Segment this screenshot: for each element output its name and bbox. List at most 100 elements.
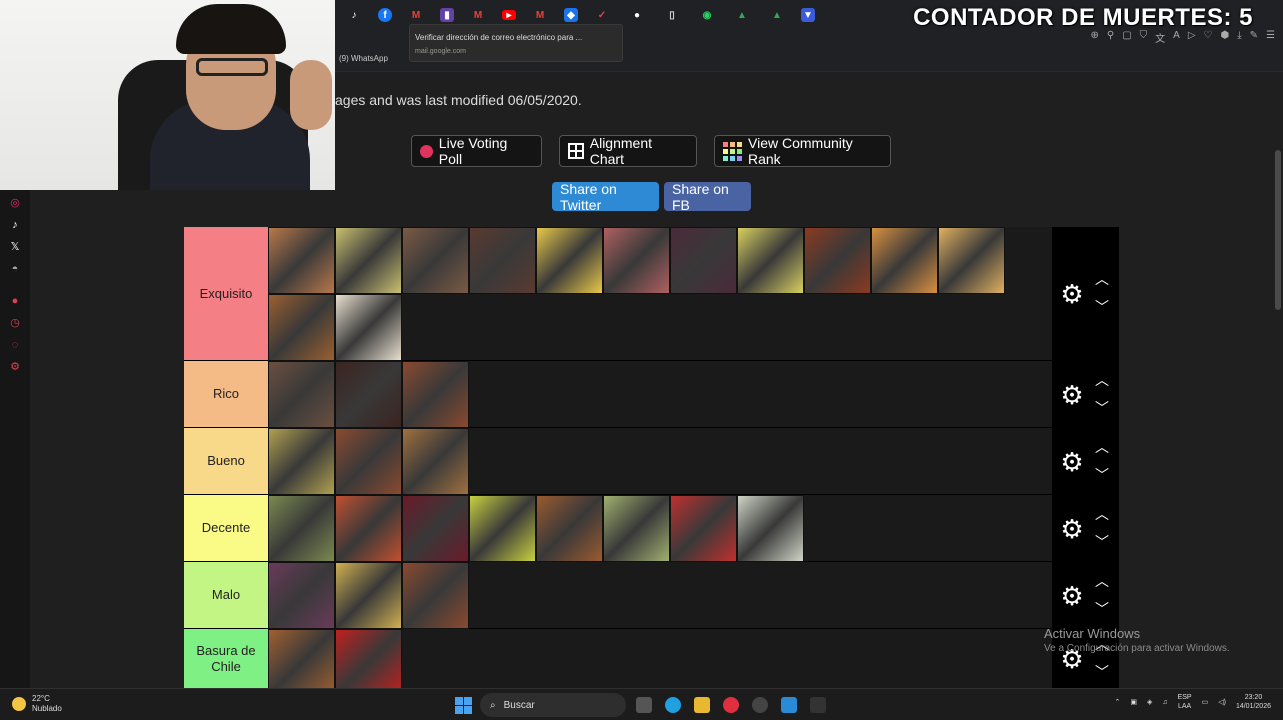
chevron-up-icon[interactable]: ︿	[1092, 507, 1112, 521]
tier-item-image[interactable]	[603, 495, 670, 562]
chevron-up-icon[interactable]: ︿	[1092, 574, 1112, 588]
chevron-up-icon[interactable]: ︿	[1092, 272, 1112, 286]
discord-icon[interactable]: ◓	[8, 262, 22, 276]
tier-item-image[interactable]	[402, 495, 469, 562]
settings-icon[interactable]: ⚙	[8, 360, 22, 374]
edge-icon[interactable]	[665, 697, 681, 713]
tier-label[interactable]: Decente	[184, 495, 268, 561]
chrome-icon[interactable]	[752, 697, 768, 713]
read-aloud-icon[interactable]: A	[1173, 30, 1180, 45]
tier-item-image[interactable]	[469, 227, 536, 294]
windows-start-icon[interactable]	[455, 697, 472, 714]
play-icon[interactable]: ▷	[1188, 30, 1196, 45]
tier-label[interactable]: Exquisito	[184, 227, 268, 360]
drive-bookmark-icon[interactable]: ▲	[731, 6, 753, 24]
tier-item-image[interactable]	[335, 495, 402, 562]
gmail-bookmark-icon-2[interactable]: M	[467, 6, 489, 24]
tray-network-icon[interactable]: ◈	[1147, 698, 1152, 707]
share-twitter-button[interactable]: Share on Twitter	[552, 181, 659, 213]
tier-item-image[interactable]	[603, 227, 670, 294]
drive-bookmark-icon-2[interactable]: ▲	[766, 6, 788, 24]
alignment-chart-button[interactable]: Alignment Chart	[559, 135, 697, 167]
tiktok-bookmark-icon[interactable]: ♪	[343, 6, 365, 24]
zoom-icon[interactable]: ⊕	[1090, 30, 1098, 45]
tier-item-image[interactable]	[335, 428, 402, 495]
download-icon[interactable]: ⤓	[1237, 30, 1241, 45]
tiktok-icon[interactable]: ♪	[8, 218, 22, 232]
instagram-icon[interactable]: ◎	[8, 196, 22, 210]
tier-item-image[interactable]	[268, 562, 335, 629]
youtube-bookmark-icon[interactable]: ▸	[502, 10, 516, 21]
tier-item-image[interactable]	[268, 428, 335, 495]
screenshot-icon[interactable]: ▢	[1122, 30, 1131, 45]
tray-chevron-up-icon[interactable]: ⌃	[1114, 698, 1120, 707]
chevron-down-icon[interactable]: ﹀	[1092, 535, 1112, 549]
chevron-down-icon[interactable]: ﹀	[1092, 300, 1112, 314]
chevron-up-icon[interactable]: ︿	[1092, 373, 1112, 387]
tier-item-image[interactable]	[402, 361, 469, 428]
gear-icon[interactable]: ⚙	[1056, 278, 1088, 310]
tier-item-image[interactable]	[335, 361, 402, 428]
tier-label[interactable]: Rico	[184, 361, 268, 427]
menu-icon[interactable]: ☰	[1266, 30, 1275, 45]
clock-icon[interactable]: ◷	[8, 316, 22, 330]
share-facebook-button[interactable]: Share on FB	[664, 181, 751, 213]
tier-item-image[interactable]	[469, 495, 536, 562]
chat-icon[interactable]: ◌	[8, 338, 22, 352]
tier-item-image[interactable]	[938, 227, 1005, 294]
live-voting-poll-button[interactable]: Live Voting Poll	[411, 135, 542, 167]
record-icon[interactable]: ●	[8, 294, 22, 308]
shield-bookmark-icon[interactable]: ▼	[801, 8, 815, 22]
gear-icon[interactable]: ⚙	[1056, 580, 1088, 612]
chevron-down-icon[interactable]: ﹀	[1092, 468, 1112, 482]
app-bookmark-icon[interactable]: ◆	[564, 8, 578, 22]
gear-icon[interactable]: ⚙	[1056, 513, 1088, 545]
tier-label[interactable]: Bueno	[184, 428, 268, 494]
chevron-up-icon[interactable]: ︿	[1092, 440, 1112, 454]
tier-item-image[interactable]	[804, 227, 871, 294]
tier-item-image[interactable]	[268, 227, 335, 294]
tier-item-image[interactable]	[268, 629, 335, 696]
favorite-icon[interactable]: ♡	[1204, 30, 1213, 45]
file-explorer-icon[interactable]	[694, 697, 710, 713]
tier-item-image[interactable]	[402, 227, 469, 294]
shield-icon[interactable]: ⛉	[1140, 30, 1148, 45]
translate-icon[interactable]: 文	[1155, 30, 1165, 45]
tray-clock[interactable]: 23:20 14/01/2026	[1236, 693, 1271, 711]
tier-label[interactable]: Malo	[184, 562, 268, 628]
tier-item-image[interactable]	[335, 562, 402, 629]
tier-item-image[interactable]	[670, 495, 737, 562]
task-view-icon[interactable]	[636, 697, 652, 713]
tier-item-image[interactable]	[268, 361, 335, 428]
pin-icon[interactable]: ⚲	[1107, 30, 1114, 45]
tier-item-image[interactable]	[335, 294, 402, 361]
tier-item-image[interactable]	[871, 227, 938, 294]
tier-item-image[interactable]	[402, 428, 469, 495]
tier-label[interactable]: Basura de Chile	[184, 629, 268, 688]
tier-item-image[interactable]	[536, 495, 603, 562]
chevron-down-icon[interactable]: ﹀	[1092, 401, 1112, 415]
gear-icon[interactable]: ⚙	[1056, 446, 1088, 478]
facebook-bookmark-icon[interactable]: f	[378, 8, 392, 22]
tier-item-image[interactable]	[335, 227, 402, 294]
taskbar-search[interactable]: ⌕ Buscar	[480, 693, 626, 717]
tier-item-image[interactable]	[670, 227, 737, 294]
tray-app-icon[interactable]: ▣	[1130, 698, 1137, 707]
tray-mic-icon[interactable]: ♫	[1162, 698, 1167, 707]
twitch-bookmark-icon[interactable]: ▮	[440, 8, 454, 22]
extensions-icon[interactable]: ⬢	[1220, 30, 1229, 45]
page-scrollbar[interactable]	[1275, 150, 1281, 310]
document-bookmark-icon[interactable]: ▯	[661, 6, 683, 24]
tray-volume-icon[interactable]: ◁)	[1218, 698, 1226, 707]
tray-language[interactable]: ESP LAA	[1178, 693, 1192, 711]
whatsapp-bookmark-icon[interactable]: ◉	[696, 6, 718, 24]
tier-item-image[interactable]	[536, 227, 603, 294]
tier-item-image[interactable]	[737, 495, 804, 562]
chevron-down-icon[interactable]: ﹀	[1092, 665, 1112, 679]
opera-icon[interactable]	[723, 697, 739, 713]
app-icon[interactable]	[810, 697, 826, 713]
weather-widget[interactable]: 22°C Nublado	[12, 694, 62, 714]
whatsapp-tab[interactable]: (9) WhatsApp	[339, 54, 388, 63]
chevron-down-icon[interactable]: ﹀	[1092, 602, 1112, 616]
x-icon[interactable]: 𝕏	[8, 240, 22, 254]
